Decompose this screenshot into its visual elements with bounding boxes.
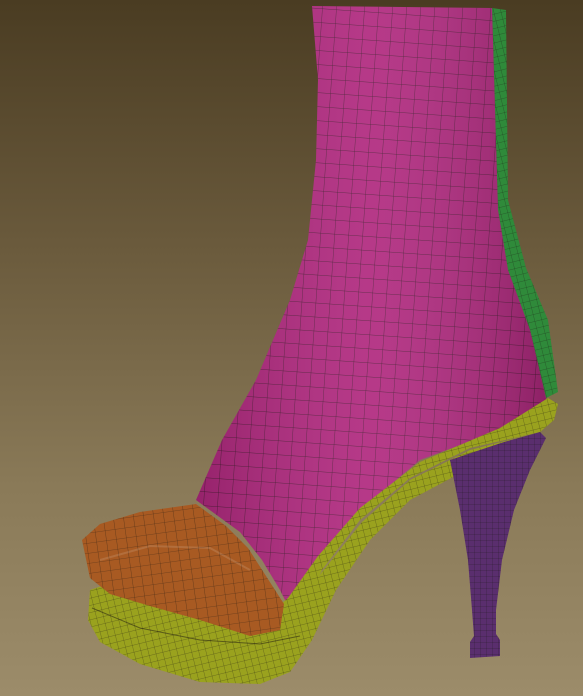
boot-render: [82, 6, 558, 684]
heel-part: [450, 432, 546, 658]
render-viewport: [0, 0, 583, 696]
